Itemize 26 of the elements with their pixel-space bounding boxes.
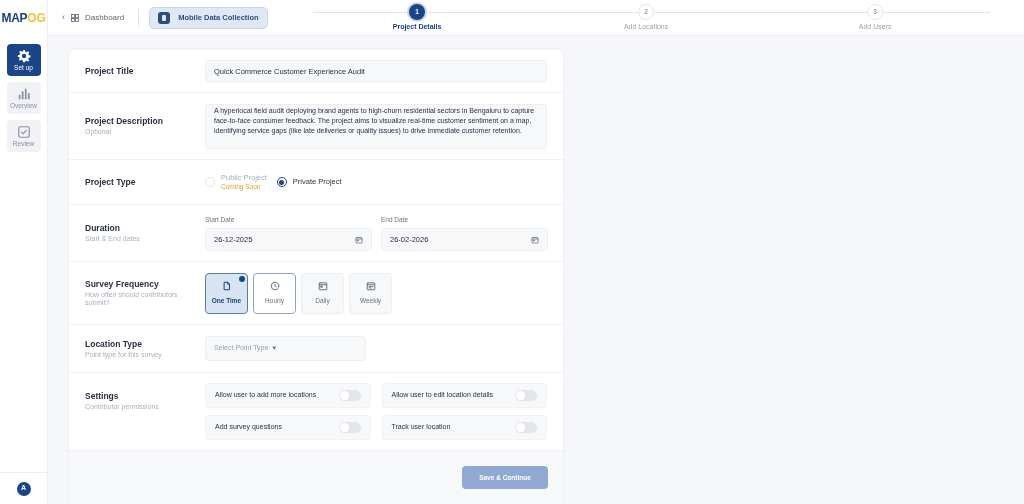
clipboard-icon xyxy=(158,11,171,24)
dashboard-link[interactable]: ‹ Dashboard xyxy=(58,10,129,25)
calendar-icon xyxy=(317,280,328,291)
calendar-icon xyxy=(355,235,363,244)
toggle-switch[interactable] xyxy=(515,422,537,433)
logo-text: OG xyxy=(27,10,46,27)
field-label: Project Description xyxy=(85,115,164,128)
field-label: Settings xyxy=(85,390,120,403)
grid-icon xyxy=(71,13,79,22)
field-label: Duration xyxy=(85,222,121,235)
toggle-switch[interactable] xyxy=(515,390,537,401)
bar-chart-icon xyxy=(16,86,31,101)
calendar-grid-icon xyxy=(365,280,376,291)
toggle-switch[interactable] xyxy=(338,390,361,401)
toggle-switch[interactable] xyxy=(338,422,361,433)
logo-text: MAP xyxy=(1,10,28,27)
calendar-icon xyxy=(531,235,539,244)
back-icon: ‹ xyxy=(62,10,65,25)
checkbox-icon xyxy=(16,124,31,139)
file-icon xyxy=(221,280,232,291)
field-label: Location Type xyxy=(85,337,143,351)
gear-icon xyxy=(16,48,31,63)
field-label: Project Type xyxy=(85,175,137,189)
clock-icon xyxy=(269,280,280,291)
field-label: Project Title xyxy=(85,64,135,78)
field-label: Survey Frequency xyxy=(85,277,160,291)
